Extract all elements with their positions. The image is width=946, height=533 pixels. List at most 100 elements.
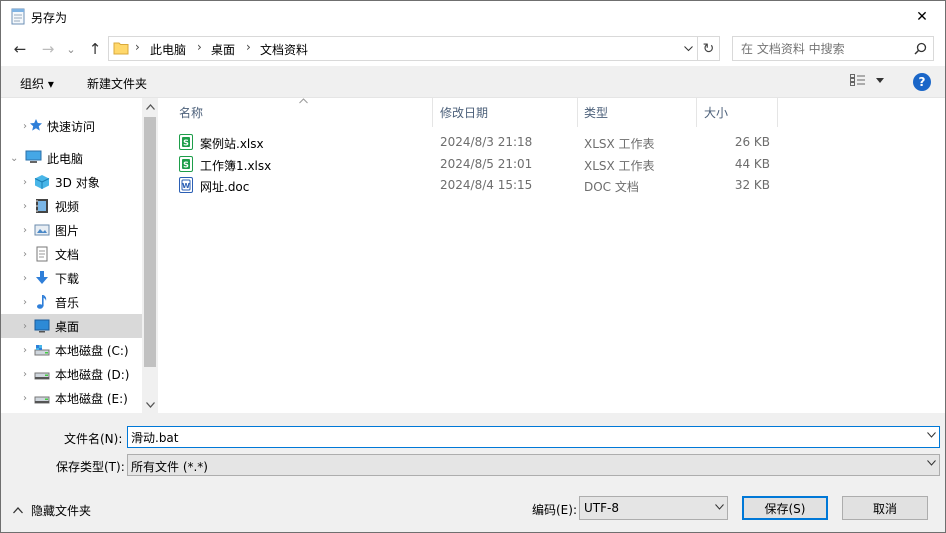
chevron-down-icon[interactable]: ⌄ (10, 153, 18, 164)
encoding-select[interactable]: UTF-8 (579, 496, 728, 520)
sidebar-item-videos[interactable]: › 视频 (1, 194, 142, 218)
navigation-bar: ← → ⌄ ↑ › 此电脑 › 桌面 › 文档资料 ↻ 在 文档资料 中搜索 (1, 32, 945, 66)
scroll-down-button[interactable] (142, 396, 158, 413)
chevron-right-icon[interactable]: › (23, 177, 27, 188)
forward-button[interactable]: → (37, 38, 59, 60)
chevron-right-icon[interactable]: › (23, 297, 27, 308)
column-header-date[interactable]: 修改日期 (433, 98, 578, 127)
breadcrumb-desktop[interactable]: 桌面 (211, 41, 235, 58)
file-type: DOC 文档 (584, 180, 639, 194)
navigation-pane-scrollbar[interactable] (142, 98, 158, 413)
sidebar-item-desktop[interactable]: › 桌面 (1, 314, 142, 338)
filetype-select[interactable]: 所有文件 (*.*) (127, 454, 940, 476)
refresh-button[interactable]: ↻ (698, 36, 720, 61)
address-bar[interactable]: › 此电脑 › 桌面 › 文档资料 (108, 36, 698, 61)
navigation-pane: › 快速访问 ⌄ 此电脑 › 3D 对象 › 视频 › 图片 › 文档 › 下载… (1, 98, 158, 413)
sidebar-item-label: 图片 (55, 223, 80, 238)
change-view-button[interactable] (850, 74, 884, 86)
chevron-right-icon[interactable]: › (23, 201, 27, 212)
sidebar-item-label: 本地磁盘 (D:) (55, 367, 130, 382)
column-header-label: 名称 (179, 106, 204, 120)
file-date: 2024/8/4 15:15 (440, 178, 533, 192)
xlsx-file-icon: S (179, 156, 193, 172)
table-row[interactable]: S 工作簿1.xlsx 2024/8/5 21:01 XLSX 工作表 44 K… (173, 153, 773, 175)
desktop-icon (34, 318, 50, 334)
scroll-thumb[interactable] (144, 117, 156, 367)
search-input[interactable] (733, 37, 909, 60)
back-button[interactable]: ← (9, 38, 31, 60)
music-icon (34, 294, 50, 310)
chevron-right-icon[interactable]: › (23, 369, 27, 380)
save-options-panel: 文件名(N): 保存类型(T): 所有文件 (*.*) 隐藏文件夹 编码(E):… (1, 413, 945, 532)
svg-text:W: W (182, 182, 190, 190)
chevron-right-icon[interactable]: › (23, 121, 27, 132)
hide-folders-toggle[interactable]: 隐藏文件夹 (13, 502, 91, 519)
column-header-type[interactable]: 类型 (578, 98, 697, 127)
recent-locations-button[interactable]: ⌄ (63, 38, 79, 60)
table-row[interactable]: W 网址.doc 2024/8/4 15:15 DOC 文档 32 KB (173, 174, 773, 196)
sidebar-item-drive-c[interactable]: › 本地磁盘 (C:) (1, 338, 142, 362)
filename-input[interactable] (128, 427, 918, 447)
organize-menu[interactable]: 组织 ▾ (20, 75, 54, 92)
table-row[interactable]: S 案例站.xlsx 2024/8/3 21:18 XLSX 工作表 26 KB (173, 131, 773, 153)
sidebar-item-drive-d[interactable]: › 本地磁盘 (D:) (1, 362, 142, 386)
save-button[interactable]: 保存(S) (742, 496, 828, 520)
sidebar-item-this-pc[interactable]: ⌄ 此电脑 (1, 146, 142, 170)
sidebar-item-label: 文档 (55, 247, 80, 262)
address-dropdown-button[interactable] (679, 37, 697, 60)
search-icon (914, 42, 927, 58)
title-bar: 另存为 ✕ (1, 1, 945, 32)
filename-combobox[interactable] (127, 426, 940, 448)
sidebar-item-label: 此电脑 (47, 151, 84, 166)
3d-objects-icon (34, 174, 50, 190)
chevron-down-icon[interactable] (927, 430, 936, 441)
column-header-name[interactable]: 名称 (158, 98, 433, 127)
chevron-right-icon[interactable]: › (23, 345, 27, 356)
file-list: 名称 修改日期 类型 大小 S 案例站.xlsx 2024/8/3 21:18 … (158, 98, 945, 413)
scroll-up-button[interactable] (142, 98, 158, 115)
file-name: 工作簿1.xlsx (200, 159, 272, 173)
filename-label: 文件名(N): (64, 432, 123, 446)
close-button[interactable]: ✕ (899, 1, 945, 32)
sidebar-item-downloads[interactable]: › 下载 (1, 266, 142, 290)
search-box[interactable] (732, 36, 934, 61)
breadcrumb-this-pc[interactable]: 此电脑 (150, 41, 186, 58)
drive-icon (34, 390, 50, 406)
xlsx-file-icon: S (179, 134, 193, 150)
up-button[interactable]: ↑ (84, 38, 106, 60)
chevron-right-icon[interactable]: › (23, 225, 27, 236)
sidebar-item-label: 本地磁盘 (E:) (55, 391, 128, 406)
caret-down-icon (876, 77, 884, 83)
star-icon (29, 118, 45, 134)
help-button[interactable]: ? (913, 73, 931, 91)
command-bar: 组织 ▾ 新建文件夹 ? (1, 66, 945, 98)
chevron-right-icon[interactable]: › (23, 393, 27, 404)
chevron-right-icon[interactable]: › (23, 321, 27, 332)
sidebar-item-label: 3D 对象 (55, 175, 100, 190)
breadcrumb-separator: › (246, 40, 251, 54)
chevron-up-icon (145, 103, 155, 110)
sidebar-item-label: 桌面 (55, 319, 80, 334)
cancel-button[interactable]: 取消 (842, 496, 928, 520)
sidebar-item-pictures[interactable]: › 图片 (1, 218, 142, 242)
sidebar-item-label: 视频 (55, 199, 80, 214)
drive-icon (34, 366, 50, 382)
chevron-right-icon[interactable]: › (23, 249, 27, 260)
sidebar-item-label: 音乐 (55, 295, 80, 310)
file-name: 案例站.xlsx (200, 137, 264, 151)
new-folder-button[interactable]: 新建文件夹 (87, 75, 147, 92)
breadcrumb-docs[interactable]: 文档资料 (260, 41, 308, 58)
chevron-down-icon (145, 401, 155, 408)
sidebar-item-music[interactable]: › 音乐 (1, 290, 142, 314)
column-header-size[interactable]: 大小 (697, 98, 778, 127)
breadcrumb-separator: › (197, 40, 202, 54)
sidebar-item-quick-access[interactable]: › 快速访问 (1, 114, 142, 138)
file-type: XLSX 工作表 (584, 159, 655, 173)
sidebar-item-drive-e[interactable]: › 本地磁盘 (E:) (1, 386, 142, 410)
chevron-right-icon[interactable]: › (23, 273, 27, 284)
sidebar-item-documents[interactable]: › 文档 (1, 242, 142, 266)
sidebar-item-3d-objects[interactable]: › 3D 对象 (1, 170, 142, 194)
details-view-icon (850, 74, 865, 86)
save-as-dialog: 另存为 ✕ ← → ⌄ ↑ › 此电脑 › 桌面 › 文档资料 ↻ 在 文档资料… (0, 0, 946, 533)
breadcrumb-separator: › (135, 40, 140, 54)
